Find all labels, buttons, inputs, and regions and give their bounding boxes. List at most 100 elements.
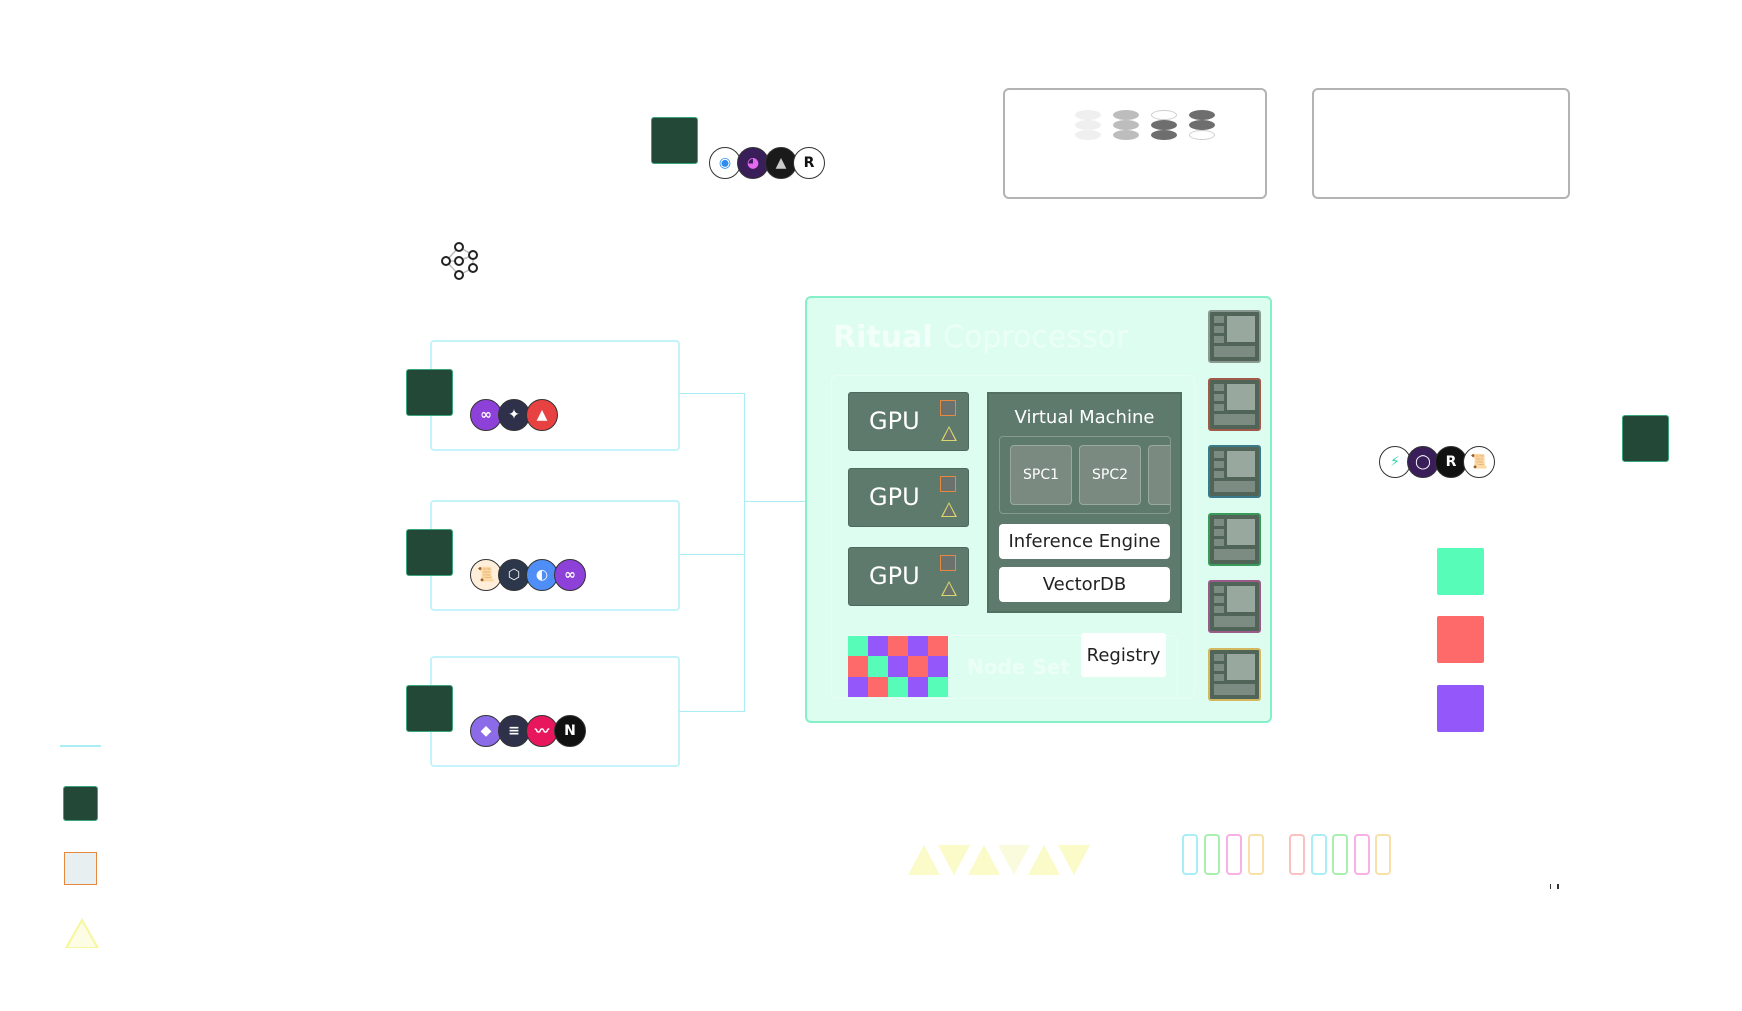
gpu-square-marker <box>940 555 956 571</box>
database-icon <box>1113 110 1139 142</box>
ritual-coprocessor: Ritual Coprocessor GPU GPU GPU Virtual M… <box>805 296 1272 723</box>
virtual-machine: Virtual Machine SPC1 SPC2 Inference Engi… <box>987 392 1182 613</box>
r-logo-logo-icon: R <box>793 147 825 179</box>
right-logo-row: ⚡ ◯ R 📜 <box>1379 446 1495 478</box>
triangle-down-icon <box>998 845 1030 875</box>
connector-line <box>679 711 745 712</box>
pill-outline <box>1375 834 1391 875</box>
spc-container: SPC1 SPC2 <box>999 436 1171 514</box>
title-bold: Ritual <box>833 320 933 355</box>
gpu-triangle-marker <box>941 502 957 517</box>
spc-block: SPC2 <box>1079 445 1141 505</box>
node-cell <box>908 656 928 677</box>
status-square-red <box>1437 616 1484 663</box>
chain-group-box-3 <box>430 656 680 767</box>
node-cell <box>848 676 868 697</box>
coprocessor-title: Ritual Coprocessor <box>833 320 1128 355</box>
chain-node-square-2 <box>406 529 453 576</box>
pill-outline <box>1248 834 1264 875</box>
scroll-logo-icon: 📜 <box>1463 446 1495 478</box>
server-icon <box>1208 647 1261 701</box>
pill-outline <box>1226 834 1242 875</box>
vectordb: VectorDB <box>999 567 1170 602</box>
chain-node-square-3 <box>406 685 453 732</box>
node-cell <box>888 636 908 657</box>
storage-box <box>1003 88 1267 199</box>
server-icon <box>1208 580 1261 633</box>
legend-gpu-square <box>64 852 97 885</box>
node-cell <box>888 676 908 697</box>
chain-logos-2: 📜 ⬡ ◐ ∞ <box>470 559 586 591</box>
server-icon <box>1208 377 1261 431</box>
gpu-label: GPU <box>869 562 920 590</box>
server-icon <box>1208 512 1261 566</box>
node-cell <box>908 676 928 697</box>
connector-line <box>679 393 745 394</box>
node-cell <box>928 676 948 697</box>
near-logo-icon: N <box>554 715 586 747</box>
node-cell <box>868 636 888 657</box>
small-marker <box>1550 884 1559 889</box>
server-icon <box>1208 310 1261 363</box>
node-cell <box>908 636 928 657</box>
status-square-green <box>1437 548 1484 595</box>
legend-node-square <box>63 786 98 821</box>
gpu-block: GPU <box>848 392 969 451</box>
title-thin: Coprocessor <box>943 320 1129 355</box>
gpu-label: GPU <box>869 483 920 511</box>
connector-line <box>679 554 745 555</box>
right-node-square <box>1622 415 1669 462</box>
gpu-triangle-marker <box>941 426 957 441</box>
pill-outline <box>1310 834 1327 875</box>
inference-engine: Inference Engine <box>999 524 1170 559</box>
legend-line <box>60 745 101 747</box>
empty-box <box>1312 88 1570 199</box>
pill-outline <box>1182 834 1198 875</box>
database-icon <box>1189 110 1215 142</box>
top-node-square <box>651 117 698 164</box>
triangle-down-icon <box>1058 845 1090 875</box>
network-icon <box>441 242 478 280</box>
pill-outline <box>1332 834 1348 875</box>
chain-logos-1: ∞ ✦ ▲ <box>470 399 558 431</box>
status-square-purple <box>1437 685 1484 732</box>
node-cell <box>848 656 868 677</box>
gpu-label: GPU <box>869 407 920 435</box>
chain-logos-3: ◆ ≡ 〰 N <box>470 715 586 747</box>
chain-group-box-2 <box>430 500 680 611</box>
top-logo-row: ◉ ◕ ▲ R <box>709 147 825 179</box>
node-cell <box>928 636 948 657</box>
spc-block: SPC1 <box>1010 445 1072 505</box>
gpu-square-marker <box>940 400 956 416</box>
connector-line <box>744 393 745 712</box>
chain-group-box-1 <box>430 340 680 451</box>
vm-title: Virtual Machine <box>1014 407 1155 428</box>
spc-block-partial <box>1148 445 1170 505</box>
node-set-label: Node Set <box>967 655 1070 679</box>
node-cell <box>848 636 868 657</box>
pill-outline <box>1289 834 1305 875</box>
gpu-triangle-marker <box>941 581 957 596</box>
node-cell <box>868 676 888 697</box>
triangle-down-icon <box>938 845 970 875</box>
database-icon <box>1075 110 1101 142</box>
avalanche-logo-icon: ▲ <box>526 399 558 431</box>
gpu-square-marker <box>940 476 956 492</box>
chain-node-square-1 <box>406 369 453 416</box>
triangle-up-icon <box>968 845 1000 875</box>
triangle-up-icon <box>1028 845 1060 875</box>
database-icon <box>1151 110 1177 142</box>
legend-triangle-inner <box>68 922 96 947</box>
gpu-block: GPU <box>848 468 969 527</box>
node-cell <box>928 656 948 677</box>
node-set-grid <box>848 636 948 697</box>
polygon-logo-icon: ∞ <box>554 559 586 591</box>
registry: Registry <box>1081 633 1166 677</box>
node-cell <box>888 656 908 677</box>
pill-outline <box>1353 834 1370 875</box>
gpu-block: GPU <box>848 547 969 606</box>
node-cell <box>868 656 888 677</box>
server-icon <box>1208 445 1261 498</box>
triangle-up-icon <box>908 845 940 875</box>
pill-outline <box>1204 834 1220 875</box>
